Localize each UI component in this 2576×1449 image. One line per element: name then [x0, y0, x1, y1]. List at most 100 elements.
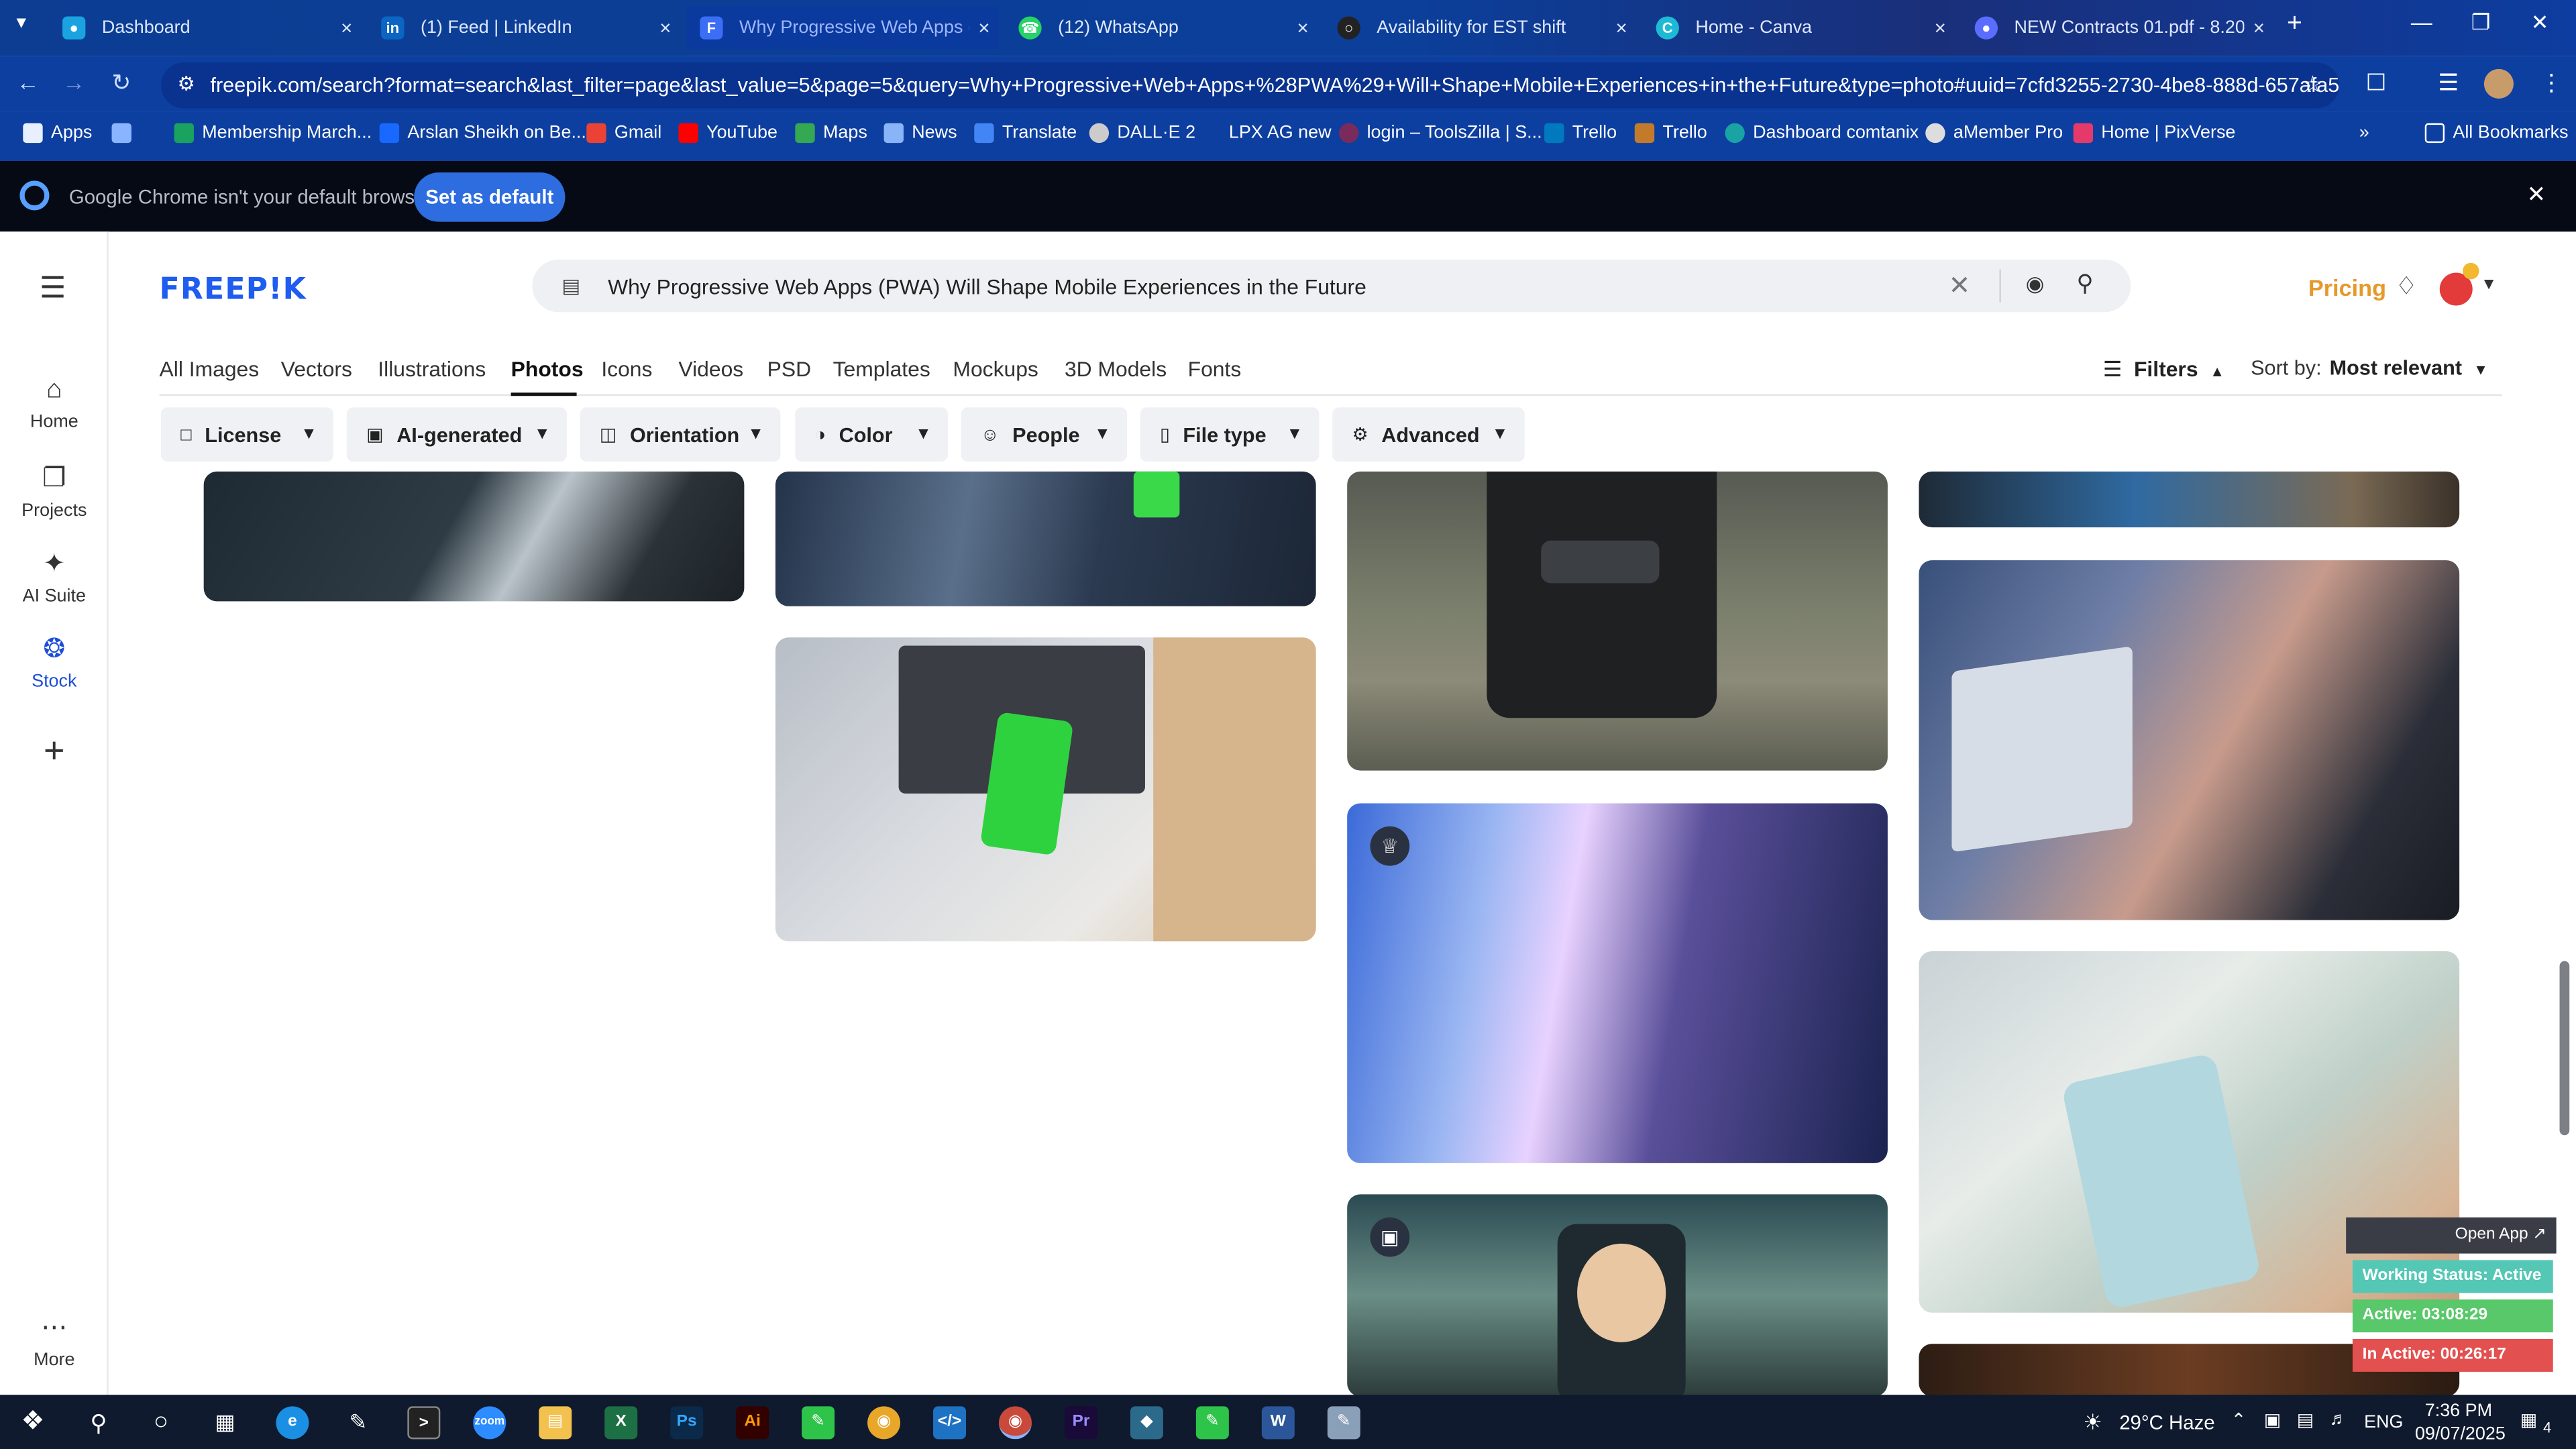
- search-icon[interactable]: ⚲: [82, 1406, 115, 1439]
- photo-wireframes-board[interactable]: [203, 471, 745, 602]
- tab-illustrations[interactable]: Illustrations: [378, 356, 486, 381]
- open-app-link[interactable]: Open App ↗: [2346, 1217, 2557, 1254]
- bookmark-membership[interactable]: Membership March...: [174, 123, 372, 144]
- window-close-icon[interactable]: ✕: [2507, 10, 2573, 36]
- sidebar-item-stock[interactable]: ❂ Stock: [0, 633, 109, 692]
- sort-dropdown[interactable]: Most relevant ▼: [2330, 356, 2488, 379]
- restore-icon[interactable]: ❐: [2448, 10, 2514, 36]
- wifi-icon[interactable]: ▤: [2297, 1409, 2314, 1431]
- clock-date[interactable]: 09/07/2025: [2415, 1424, 2506, 1444]
- tab-all-images[interactable]: All Images: [160, 356, 260, 381]
- close-icon[interactable]: ×: [332, 16, 362, 39]
- bookmark-apps[interactable]: Apps: [23, 123, 92, 144]
- tab-3d-models[interactable]: 3D Models: [1065, 356, 1167, 381]
- green-app-icon[interactable]: ✎: [1195, 1406, 1229, 1440]
- clear-search-icon[interactable]: ✕: [1949, 270, 1971, 303]
- photo-phone-figurine[interactable]: [1347, 471, 1888, 771]
- photoshop-icon[interactable]: Ps: [670, 1406, 704, 1440]
- filter-people[interactable]: ☺ People ▼: [961, 407, 1128, 462]
- close-icon[interactable]: ×: [1925, 16, 1955, 39]
- sidebar-item-home[interactable]: ⌂ Home: [0, 376, 109, 432]
- forward-arrow-icon[interactable]: →: [62, 69, 85, 95]
- site-info-icon[interactable]: ⚙: [177, 72, 195, 95]
- bookmark-lpx[interactable]: LPX AG new: [1201, 123, 1332, 144]
- vscode-icon[interactable]: </>: [933, 1406, 967, 1440]
- bookmark-news[interactable]: News: [883, 123, 957, 144]
- close-icon[interactable]: ×: [969, 16, 999, 39]
- add-plus-icon[interactable]: +: [0, 729, 109, 772]
- extensions-icon[interactable]: ☐: [2366, 69, 2387, 97]
- reload-icon[interactable]: ↻: [112, 69, 131, 97]
- edge-icon[interactable]: e: [276, 1406, 309, 1440]
- back-arrow-icon[interactable]: ←: [16, 69, 39, 95]
- page-scrollbar[interactable]: [2559, 961, 2570, 1136]
- windows-start-icon[interactable]: ❖: [16, 1406, 49, 1439]
- bookmark-comtanix[interactable]: Dashboard comtanix: [1725, 123, 1919, 144]
- weather-text[interactable]: 29°C Haze: [2119, 1411, 2214, 1434]
- photo-keyboard-light[interactable]: [1919, 471, 2460, 528]
- tab-availability[interactable]: ○ Availability for EST shift ×: [1324, 7, 1636, 50]
- tab-photos[interactable]: Photos: [511, 356, 584, 381]
- filter-file-type[interactable]: ▯ File type ▼: [1140, 407, 1320, 462]
- photo-man-hologram-phone[interactable]: ♕: [1347, 803, 1888, 1163]
- bookmark-maps[interactable]: Maps: [795, 123, 867, 144]
- filter-advanced[interactable]: ⚙ Advanced ▼: [1332, 407, 1525, 462]
- tab-videos[interactable]: Videos: [678, 356, 743, 381]
- tab-icons[interactable]: Icons: [601, 356, 652, 381]
- url-bar[interactable]: ⚙ freepik.com/search?format=search&last_…: [161, 62, 2339, 109]
- tab-contracts-pdf[interactable]: ● NEW Contracts 01.pdf - 8.208… ×: [1962, 7, 2273, 50]
- camera-search-icon[interactable]: ◉: [2026, 271, 2045, 297]
- tab-dashboard[interactable]: ● Dashboard ×: [49, 7, 361, 50]
- filter-ai-generated[interactable]: ▣ AI-generated ▼: [346, 407, 567, 462]
- pricing-link[interactable]: Pricing: [2308, 274, 2386, 301]
- hamburger-menu-icon[interactable]: ☰: [40, 271, 66, 305]
- zoom-icon[interactable]: zoom: [473, 1406, 506, 1440]
- infobar-close-icon[interactable]: ✕: [2527, 180, 2546, 209]
- new-tab-plus-icon[interactable]: +: [2287, 10, 2302, 40]
- volume-icon[interactable]: ♬: [2330, 1409, 2348, 1429]
- excel-icon[interactable]: X: [604, 1406, 638, 1440]
- close-icon[interactable]: ×: [651, 16, 680, 39]
- photo-3d-character-phone[interactable]: ▣: [1347, 1194, 1888, 1397]
- tab-groups-icon[interactable]: ☰: [2438, 69, 2459, 97]
- pen-icon[interactable]: ✎: [341, 1406, 374, 1439]
- chrome-active-icon[interactable]: ◉: [998, 1406, 1032, 1440]
- freepik-logo[interactable]: FREEP!K: [160, 273, 307, 307]
- url-text[interactable]: freepik.com/search?format=search&last_fi…: [210, 74, 2339, 97]
- close-icon[interactable]: ×: [1288, 16, 1318, 39]
- tab-search-icon[interactable]: ▼: [13, 15, 30, 33]
- sidebar-item-ai-suite[interactable]: ✦ AI Suite: [0, 547, 109, 606]
- tab-linkedin[interactable]: in (1) Feed | LinkedIn ×: [368, 7, 680, 50]
- filter-license[interactable]: □ License ▼: [161, 407, 334, 462]
- tab-freepik-active[interactable]: F Why Progressive Web Apps (P… ×: [686, 6, 999, 50]
- all-bookmarks[interactable]: All Bookmarks: [2424, 123, 2569, 144]
- tab-fonts[interactable]: Fonts: [1188, 356, 1242, 381]
- language-indicator[interactable]: ENG: [2364, 1413, 2403, 1432]
- file-explorer-icon[interactable]: ▤: [539, 1406, 572, 1440]
- tab-templates[interactable]: Templates: [833, 356, 930, 381]
- bookmark-dalle[interactable]: DALL·E 2: [1089, 123, 1195, 144]
- photo-man-laptop-phone[interactable]: [1919, 560, 2460, 920]
- tab-mockups[interactable]: Mockups: [953, 356, 1038, 381]
- image-type-icon[interactable]: ▤: [562, 274, 581, 297]
- photo-man-green-phone[interactable]: [775, 471, 1316, 606]
- notes-app-icon[interactable]: ✎: [1327, 1406, 1360, 1440]
- bookmark-translate[interactable]: Translate: [974, 123, 1077, 144]
- bookmark-star-icon[interactable]: ☆: [2302, 70, 2323, 99]
- filters-toggle[interactable]: ☰ Filters ▲: [2103, 356, 2224, 382]
- bookmark-grid[interactable]: [111, 123, 140, 144]
- notification-bell-icon[interactable]: ♢: [2396, 271, 2418, 301]
- chevron-down-icon[interactable]: ▼: [2481, 276, 2497, 294]
- tray-chevron-up-icon[interactable]: ⌃: [2231, 1409, 2247, 1431]
- clock-time[interactable]: 7:36 PM: [2425, 1401, 2492, 1421]
- cortana-icon[interactable]: ○: [145, 1406, 178, 1439]
- sidebar-more-label[interactable]: More: [0, 1350, 109, 1370]
- minimize-icon[interactable]: —: [2389, 10, 2455, 35]
- notification-center-icon[interactable]: ▦: [2520, 1409, 2537, 1431]
- close-icon[interactable]: ×: [1607, 16, 1636, 39]
- chrome-icon[interactable]: ◉: [867, 1406, 901, 1440]
- green-app-icon[interactable]: ✎: [802, 1406, 835, 1440]
- profile-avatar[interactable]: [2483, 68, 2514, 99]
- word-icon[interactable]: W: [1261, 1406, 1295, 1440]
- bookmarks-overflow-icon[interactable]: »: [2359, 123, 2369, 143]
